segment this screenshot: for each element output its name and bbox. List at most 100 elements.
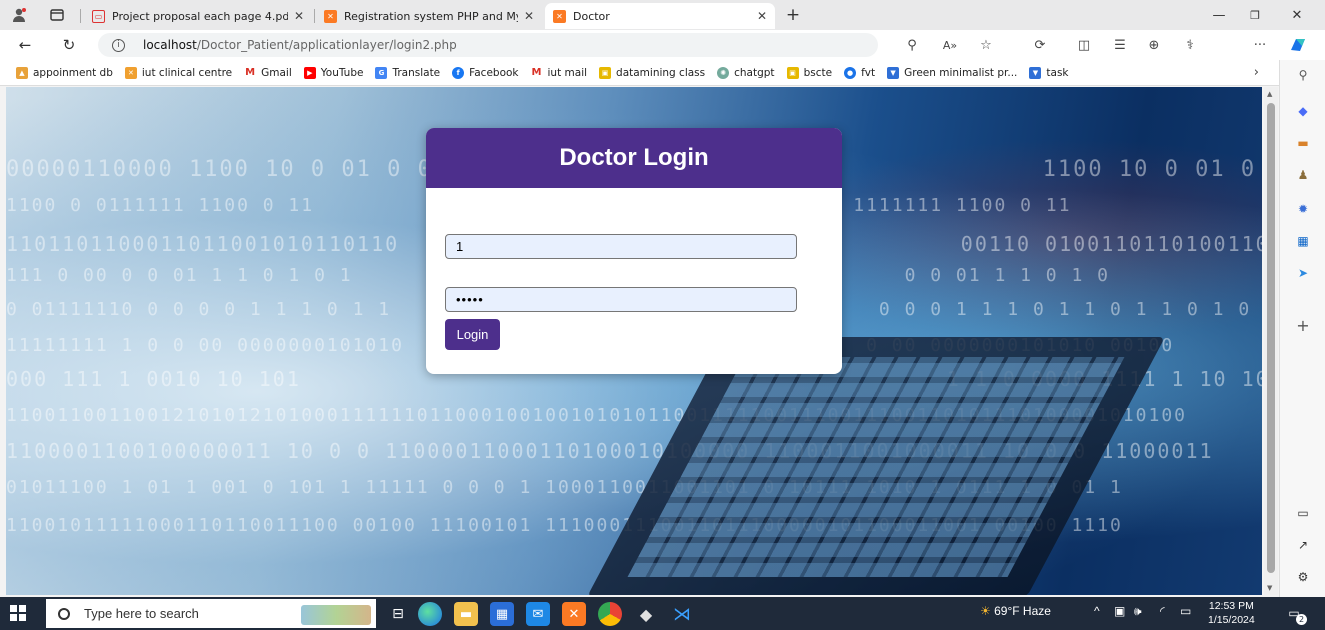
network-tray-icon[interactable]: ▣ bbox=[1114, 604, 1125, 618]
bookmark-youtube[interactable]: ▶ YouTube bbox=[303, 66, 363, 79]
bookmark-translate[interactable]: G Translate bbox=[375, 66, 440, 79]
info-icon[interactable]: i bbox=[112, 38, 125, 52]
windows-start-icon[interactable] bbox=[10, 605, 26, 621]
restore-icon[interactable]: ❐ bbox=[1244, 5, 1266, 25]
xampp-icon: ✕ bbox=[553, 9, 566, 23]
tag-icon[interactable]: ◆ bbox=[1293, 102, 1313, 120]
collections-icon[interactable]: ⊕ bbox=[1144, 36, 1164, 54]
page-scrollbar[interactable]: ▲ ▼ bbox=[1264, 87, 1278, 595]
profile-icon[interactable] bbox=[8, 4, 30, 26]
classroom-icon: ▣ bbox=[599, 66, 612, 79]
add-icon[interactable]: + bbox=[1293, 316, 1313, 335]
chat-icon: ▼ bbox=[887, 66, 900, 79]
username-input[interactable]: 1 bbox=[445, 234, 797, 259]
split-screen-icon[interactable]: ◫ bbox=[1074, 36, 1094, 54]
password-input[interactable]: ••••• bbox=[445, 287, 797, 312]
close-tab-icon[interactable]: ✕ bbox=[294, 9, 304, 23]
close-tab-icon[interactable]: ✕ bbox=[524, 9, 534, 23]
xampp-icon: ✕ bbox=[124, 66, 137, 79]
classroom-icon: ▣ bbox=[786, 66, 799, 79]
git-icon[interactable]: ◆ bbox=[634, 602, 658, 626]
sun-icon: ☀ bbox=[980, 604, 995, 618]
new-tab-button[interactable]: + bbox=[782, 5, 804, 25]
edge-icon[interactable] bbox=[418, 602, 442, 626]
bookmark-green-minimalist[interactable]: ▼ Green minimalist pr... bbox=[887, 66, 1017, 79]
search-key-icon[interactable]: ⚲ bbox=[902, 36, 922, 54]
translate-icon: G bbox=[375, 66, 388, 79]
send-icon[interactable]: ➤ bbox=[1293, 264, 1313, 282]
external-link-icon[interactable]: ↗ bbox=[1293, 536, 1313, 554]
bookmark-facebook[interactable]: f Facebook bbox=[452, 66, 519, 79]
login-title: Doctor Login bbox=[426, 128, 842, 188]
gmail-icon: M bbox=[530, 66, 543, 79]
bookmark-datamining-class[interactable]: ▣ datamining class bbox=[599, 66, 705, 79]
bookmark-chatgpt[interactable]: ✺ chatgpt bbox=[717, 66, 775, 79]
settings-gear-icon[interactable]: ⚙ bbox=[1293, 568, 1313, 586]
login-button[interactable]: Login bbox=[445, 319, 500, 350]
bookmark-fvt[interactable]: ● fvt bbox=[844, 66, 875, 79]
xampp-icon: ✕ bbox=[324, 9, 337, 23]
bookmark-iut-mail[interactable]: Miut mail bbox=[530, 66, 587, 79]
favorites-icon[interactable]: ☰ bbox=[1110, 36, 1130, 54]
tab-bar: ▭ Project proposal each page 4.pdf ✕ ✕ R… bbox=[0, 0, 1325, 30]
volume-icon[interactable]: 🕪 bbox=[1134, 604, 1142, 619]
weather-widget[interactable]: ☀ 69°F Haze bbox=[980, 604, 1051, 618]
read-aloud-icon[interactable]: A» bbox=[940, 36, 960, 54]
battery-icon[interactable]: ▭ bbox=[1180, 604, 1191, 618]
chrome-icon[interactable] bbox=[598, 602, 622, 626]
more-menu-icon[interactable]: ··· bbox=[1250, 36, 1270, 54]
tab-actions-icon[interactable] bbox=[46, 4, 68, 26]
bookmark-task[interactable]: ▼ task bbox=[1029, 66, 1069, 79]
briefcase-icon[interactable]: ▬ bbox=[1293, 134, 1313, 152]
address-bar: ← ↻ i localhost/Doctor_Patient/applicati… bbox=[0, 30, 1325, 60]
minimize-icon[interactable]: — bbox=[1208, 5, 1230, 25]
search-highlight-image bbox=[301, 605, 371, 625]
outlook-icon[interactable]: ▦ bbox=[1293, 232, 1313, 250]
bookmark-icon: ▲ bbox=[16, 66, 28, 79]
office-icon[interactable]: ✹ bbox=[1293, 200, 1313, 218]
browser-window: ▭ Project proposal each page 4.pdf ✕ ✕ R… bbox=[0, 0, 1325, 597]
bookmark-appoinment-db[interactable]: ▲ appoinment db bbox=[16, 66, 113, 79]
scroll-thumb[interactable] bbox=[1267, 103, 1275, 573]
close-window-icon[interactable]: ✕ bbox=[1286, 5, 1308, 25]
notification-badge: 2 bbox=[1296, 614, 1307, 625]
edge-sidebar: ⚲ ◆ ▬ ♟ ✹ ▦ ➤ + ▭ ↗ ⚙ bbox=[1279, 60, 1325, 597]
chess-icon[interactable]: ♟ bbox=[1293, 166, 1313, 184]
wifi-icon[interactable]: ◜ bbox=[1160, 604, 1165, 618]
tray-overflow-icon[interactable]: ^ bbox=[1094, 604, 1100, 618]
chevron-right-icon[interactable]: › bbox=[1254, 65, 1259, 80]
copilot-icon[interactable] bbox=[1288, 36, 1308, 54]
login-card: Doctor Login 1 ••••• Login bbox=[426, 128, 842, 374]
tab-project-proposal[interactable]: ▭ Project proposal each page 4.pdf ✕ bbox=[84, 3, 312, 29]
refresh-extension-icon[interactable]: ⟳ bbox=[1030, 36, 1050, 54]
tab-registration-system[interactable]: ✕ Registration system PHP and My ✕ bbox=[316, 3, 542, 29]
taskbar-search-box[interactable]: Type here to search bbox=[46, 599, 376, 628]
favorite-star-icon[interactable]: ☆ bbox=[976, 36, 996, 54]
bookmark-iut-clinical-centre[interactable]: ✕ iut clinical centre bbox=[124, 66, 232, 79]
search-icon[interactable]: ⚲ bbox=[1293, 66, 1313, 84]
chatgpt-icon: ✺ bbox=[717, 66, 730, 79]
search-icon bbox=[58, 607, 70, 620]
xampp-icon[interactable]: ✕ bbox=[562, 602, 586, 626]
scroll-up-icon[interactable]: ▲ bbox=[1267, 90, 1272, 98]
bookmark-bscte[interactable]: ▣ bscte bbox=[786, 66, 832, 79]
youtube-icon: ▶ bbox=[303, 66, 316, 79]
tab-doctor[interactable]: ✕ Doctor ✕ bbox=[545, 3, 775, 29]
scroll-down-icon[interactable]: ▼ bbox=[1267, 584, 1272, 592]
facebook-icon: f bbox=[452, 66, 465, 79]
url-field[interactable]: i localhost/Doctor_Patient/applicationla… bbox=[98, 33, 878, 57]
bookmark-gmail[interactable]: M Gmail bbox=[244, 66, 292, 79]
close-tab-icon[interactable]: ✕ bbox=[757, 9, 767, 23]
sidebar-layout-icon[interactable]: ▭ bbox=[1293, 504, 1313, 522]
file-explorer-icon[interactable]: ▬ bbox=[454, 602, 478, 626]
notification-icon[interactable]: ▭ 2 bbox=[1283, 603, 1307, 625]
extensions-icon[interactable]: ⚕ bbox=[1180, 36, 1200, 54]
bookmarks-bar: ▲ appoinment db ✕ iut clinical centre M Gma… bbox=[0, 60, 1325, 86]
store-icon[interactable]: ▦ bbox=[490, 602, 514, 626]
refresh-icon[interactable]: ↻ bbox=[58, 35, 80, 55]
back-arrow-icon[interactable]: ← bbox=[14, 35, 36, 55]
system-clock[interactable]: 12:53 PM 1/15/2024 bbox=[1208, 599, 1255, 627]
mail-icon[interactable]: ✉ bbox=[526, 602, 550, 626]
task-view-icon[interactable]: ⊟ bbox=[386, 602, 410, 626]
vscode-icon[interactable]: ⋊ bbox=[670, 602, 694, 626]
